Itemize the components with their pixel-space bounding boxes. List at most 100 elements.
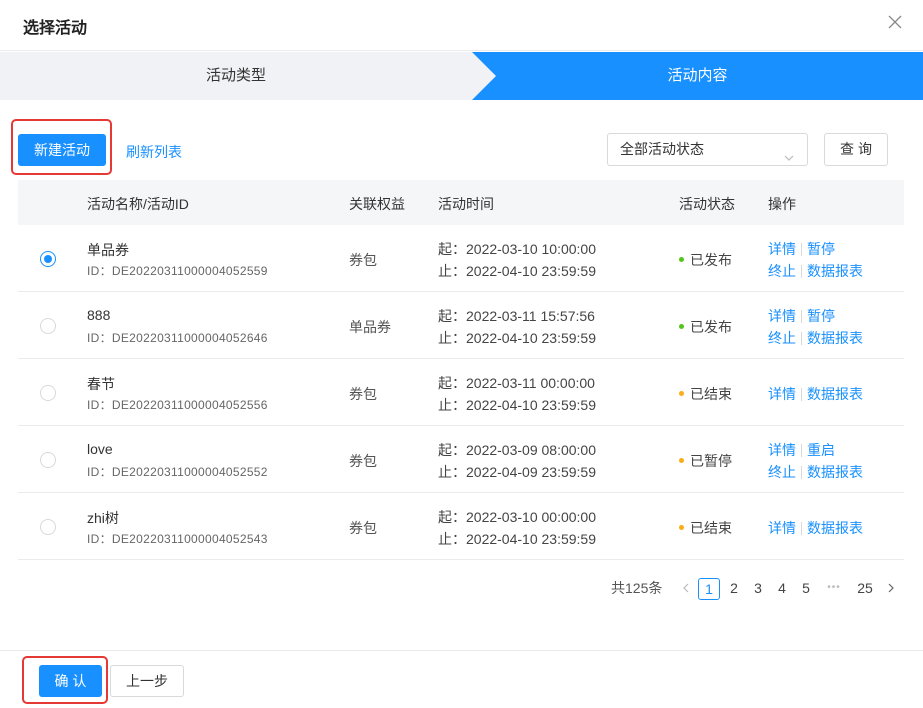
ops-divider	[801, 521, 802, 535]
row-ops-line1: 详情 重启	[768, 440, 835, 460]
ops-divider	[801, 443, 802, 457]
table-body: 单品券 ID：DE20220311000004052559 券包 起：2022-03-…	[18, 225, 904, 560]
chevron-left-icon[interactable]	[680, 578, 692, 600]
activity-start-time: 起：2022-03-10 00:00:00	[438, 509, 596, 525]
new-activity-button[interactable]: 新建活动	[18, 134, 106, 166]
col-ops: 操作	[768, 196, 796, 212]
op-link[interactable]: 数据报表	[807, 520, 863, 536]
status-text: 已结束	[690, 520, 732, 536]
row-ops-line2: 终止 数据报表	[768, 462, 863, 482]
row-ops-line1: 详情 暂停	[768, 306, 835, 326]
status-badge: 已结束	[679, 518, 732, 538]
op-link[interactable]: 详情	[768, 308, 796, 324]
status-text: 已结束	[690, 386, 732, 402]
activity-id: ID：DE20220311000004052543	[87, 532, 268, 546]
op-link[interactable]: 详情	[768, 386, 796, 402]
close-icon[interactable]	[887, 14, 903, 30]
op-link[interactable]: 详情	[768, 520, 796, 536]
refresh-list-link[interactable]: 刷新列表	[126, 142, 182, 162]
status-dot	[679, 390, 684, 396]
activity-table: 活动名称/活动ID 关联权益 活动时间 活动状态 操作 单品券 ID：DE2022…	[18, 180, 904, 560]
activity-benefit: 券包	[349, 252, 377, 268]
row-ops: 详情 数据报表	[768, 518, 863, 538]
row-radio[interactable]	[40, 251, 56, 267]
row-ops-line1: 详情 暂停	[768, 239, 835, 259]
activity-name: 888	[87, 307, 111, 323]
pagination-page-last[interactable]: 25	[853, 578, 877, 600]
pagination-ellipsis[interactable]: •••	[823, 578, 845, 600]
activity-start-time: 起：2022-03-10 10:00:00	[438, 241, 596, 257]
op-link[interactable]: 数据报表	[807, 464, 863, 480]
activity-benefit: 券包	[349, 386, 377, 402]
pagination-page[interactable]: 4	[774, 578, 790, 600]
steps-bar: 活动类型 活动内容	[0, 52, 923, 100]
status-badge: 已发布	[679, 317, 732, 337]
op-link[interactable]: 终止	[768, 263, 796, 279]
status-dot	[679, 457, 684, 463]
activity-id: ID：DE20220311000004052559	[87, 264, 268, 278]
op-link[interactable]: 详情	[768, 241, 796, 257]
status-dot	[679, 256, 684, 262]
activity-end-time: 止：2022-04-10 23:59:59	[438, 330, 596, 346]
table-row[interactable]: 春节 ID：DE20220311000004052556 券包 起：2022-03-1…	[18, 359, 904, 426]
table-row[interactable]: love ID：DE20220311000004052552 券包 起：2022-03…	[18, 426, 904, 493]
step-activity-content: 活动内容	[667, 67, 728, 84]
dialog-title: 选择活动	[23, 20, 88, 37]
query-button[interactable]: 查询	[824, 133, 888, 166]
activity-name: 春节	[87, 376, 115, 392]
ops-divider	[801, 331, 802, 345]
activity-benefit: 单品券	[349, 319, 391, 335]
chevron-right-icon[interactable]	[885, 578, 897, 600]
ops-divider	[801, 242, 802, 256]
status-badge: 已发布	[679, 250, 732, 270]
col-benefit: 关联权益	[349, 196, 405, 212]
ops-divider	[801, 465, 802, 479]
op-link[interactable]: 数据报表	[807, 330, 863, 346]
pagination-total: 共125条	[611, 580, 663, 596]
op-link[interactable]: 暂停	[807, 241, 835, 257]
activity-end-time: 止：2022-04-10 23:59:59	[438, 531, 596, 547]
ops-divider	[801, 387, 802, 401]
activity-start-time: 起：2022-03-11 15:57:56	[438, 308, 595, 324]
activity-start-time: 起：2022-03-09 08:00:00	[438, 442, 596, 458]
status-text: 已暂停	[690, 453, 732, 469]
pagination-page[interactable]: 3	[750, 578, 766, 600]
activity-end-time: 止：2022-04-09 23:59:59	[438, 464, 596, 480]
op-link[interactable]: 数据报表	[807, 263, 863, 279]
op-link[interactable]: 数据报表	[807, 386, 863, 402]
op-link[interactable]: 详情	[768, 442, 796, 458]
table-row[interactable]: 888 ID：DE20220311000004052646 单品券 起：2022-03…	[18, 292, 904, 359]
step-activity-type: 活动类型	[205, 67, 266, 84]
op-link[interactable]: 重启	[807, 442, 835, 458]
op-link[interactable]: 终止	[768, 464, 796, 480]
row-radio[interactable]	[40, 318, 56, 334]
op-link[interactable]: 暂停	[807, 308, 835, 324]
activity-id: ID：DE20220311000004052646	[87, 331, 268, 345]
col-name: 活动名称/活动ID	[87, 196, 189, 212]
activity-end-time: 止：2022-04-10 23:59:59	[438, 397, 596, 413]
status-select-value: 全部活动状态	[620, 141, 704, 157]
pagination-page[interactable]: 5	[798, 578, 814, 600]
op-link[interactable]: 终止	[768, 330, 796, 346]
activity-start-time: 起：2022-03-11 00:00:00	[438, 375, 595, 391]
status-select[interactable]: 全部活动状态	[607, 133, 808, 166]
table-row[interactable]: 单品券 ID：DE20220311000004052559 券包 起：2022-03-…	[18, 225, 904, 292]
previous-step-button[interactable]: 上一步	[110, 665, 184, 697]
row-radio[interactable]	[40, 452, 56, 468]
row-radio[interactable]	[40, 385, 56, 401]
table-row[interactable]: zhi树 ID：DE20220311000004052543 券包 起：2022-03…	[18, 493, 904, 560]
status-dot	[679, 323, 684, 329]
dialog-header: 选择活动	[0, 0, 923, 51]
activity-name: love	[87, 441, 113, 457]
row-radio[interactable]	[40, 519, 56, 535]
status-dot	[679, 524, 684, 530]
activity-name: 单品券	[87, 242, 129, 258]
pagination-page[interactable]: 2	[726, 578, 742, 600]
table-header: 活动名称/活动ID 关联权益 活动时间 活动状态 操作	[18, 180, 904, 225]
activity-name: zhi树	[87, 510, 119, 526]
confirm-button[interactable]: 确 认	[39, 665, 102, 697]
pagination-page[interactable]: 1	[698, 578, 720, 600]
ops-divider	[801, 309, 802, 323]
row-ops-line2: 终止 数据报表	[768, 328, 863, 348]
ops-divider	[801, 264, 802, 278]
